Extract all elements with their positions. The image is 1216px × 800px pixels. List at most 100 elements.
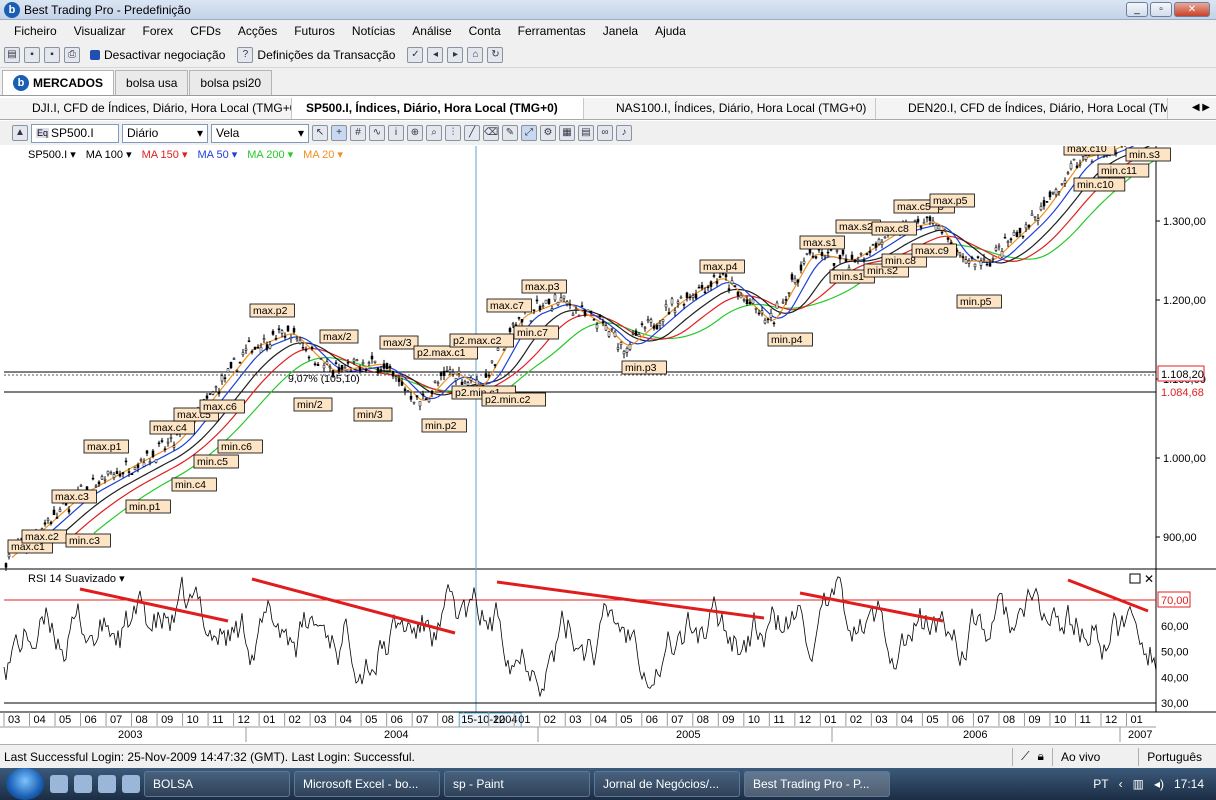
chart-canvas[interactable]: max.c1max.c2max.c3min.c3max.p1min.p1max.…: [0, 120, 1216, 744]
print-icon[interactable]: ⎙: [64, 46, 80, 63]
chart-tab-dji[interactable]: DJI.I, CFD de Índices, Diário, Hora Loca…: [0, 98, 292, 119]
pattern-label: min/2: [297, 399, 323, 411]
candle-body: [244, 348, 248, 351]
network-icon[interactable]: ▥: [1133, 777, 1144, 791]
tab-scroll-arrows[interactable]: ◀ ▶: [1168, 98, 1216, 119]
tab-mercados[interactable]: b MERCADOS: [2, 70, 115, 95]
show-desktop-icon[interactable]: [50, 775, 68, 793]
menu-analise[interactable]: Análise: [406, 24, 462, 38]
refresh-icon[interactable]: ↻: [487, 46, 504, 63]
start-button[interactable]: [6, 768, 44, 800]
menu-ficheiro[interactable]: Ficheiro: [8, 24, 68, 38]
template-icon[interactable]: ▤: [578, 125, 594, 141]
study-ma20[interactable]: MA 20 ▾: [303, 148, 343, 161]
menu-futuros[interactable]: Futuros: [288, 24, 346, 38]
volume-icon[interactable]: ◂): [1154, 777, 1164, 791]
grid-icon[interactable]: #: [350, 125, 366, 141]
study-ma150[interactable]: MA 150 ▾: [142, 148, 188, 161]
main-toolbar: ▤ ▪ ▪ ⎙ Desactivar negociação ? Definiçõ…: [0, 42, 1216, 68]
media-player-icon[interactable]: [74, 775, 92, 793]
chart-tab-nas100[interactable]: NAS100.I, Índices, Diário, Hora Local (T…: [584, 98, 876, 119]
month-label: 04: [901, 714, 913, 726]
back-icon[interactable]: ◂: [427, 46, 444, 63]
open-folder-icon[interactable]: ▤: [4, 46, 20, 63]
save-icon[interactable]: ▪: [24, 46, 40, 63]
settings-icon[interactable]: ⚙: [540, 125, 556, 141]
study-sp500[interactable]: SP500.I ▾: [28, 148, 76, 161]
chart-tab-den20[interactable]: DEN20.I, CFD de Índices, Diário, Hora Lo…: [876, 98, 1168, 119]
study-ma100[interactable]: MA 100 ▾: [86, 148, 132, 161]
menu-ajuda[interactable]: Ajuda: [649, 24, 697, 38]
check-icon[interactable]: ✓: [407, 46, 424, 63]
save-all-icon[interactable]: ▪: [44, 46, 60, 63]
candle-body: [493, 364, 497, 366]
candle-body: [163, 448, 167, 451]
menu-conta[interactable]: Conta: [463, 24, 512, 38]
zoom-icon[interactable]: ⌕: [426, 125, 442, 141]
month-label: 05: [926, 714, 938, 726]
task-bolsa[interactable]: BOLSA: [144, 771, 290, 797]
transaction-settings-icon[interactable]: ?: [237, 46, 254, 63]
price-chart[interactable]: max.c1 max.c2 max.c3 min.c3 max.p1 min.p1 max.…: [0, 120, 1216, 744]
menu-accoes[interactable]: Acções: [232, 24, 288, 38]
eraser-icon[interactable]: ⌫: [483, 125, 499, 141]
indicators-icon[interactable]: ∿: [369, 125, 385, 141]
menu-ferramentas[interactable]: Ferramentas: [512, 24, 597, 38]
maximize-button[interactable]: ▫: [1150, 2, 1172, 17]
link-icon[interactable]: ∞: [597, 125, 613, 141]
home-icon[interactable]: ⌂: [467, 46, 484, 63]
task-jornal[interactable]: Jornal de Negócios/...: [594, 771, 740, 797]
month-label: 07: [977, 714, 989, 726]
candle-body: [988, 263, 992, 267]
chart-tab-sp500[interactable]: SP500.I, Índices, Diário, Hora Local (TM…: [292, 98, 584, 119]
candle-body: [769, 313, 773, 318]
alert-bell-icon[interactable]: ♪: [616, 125, 632, 141]
candle-body: [298, 339, 302, 344]
close-button[interactable]: ✕: [1174, 2, 1210, 17]
info-icon[interactable]: i: [388, 125, 404, 141]
clock[interactable]: 17:14: [1174, 777, 1204, 791]
menu-noticias[interactable]: Notícias: [346, 24, 406, 38]
candle-body: [691, 295, 695, 298]
collapse-icon[interactable]: ▲: [12, 125, 28, 141]
study-ma200[interactable]: MA 200 ▾: [247, 148, 293, 161]
crosshair-icon[interactable]: +: [331, 125, 347, 141]
candle-body: [130, 473, 134, 475]
task-best-trading[interactable]: Best Trading Pro - P...: [744, 771, 890, 797]
deactivate-trading-button[interactable]: Desactivar negociação: [104, 48, 225, 62]
deactivate-trading-icon[interactable]: [90, 49, 100, 60]
input-language[interactable]: PT: [1093, 777, 1108, 791]
tray-arrow-icon[interactable]: ‹: [1119, 777, 1123, 791]
candle-body: [763, 319, 767, 324]
candle-body: [325, 361, 329, 365]
candle-body: [529, 320, 533, 322]
bars-icon[interactable]: ⫶: [445, 125, 461, 141]
study-ma50[interactable]: MA 50 ▾: [198, 148, 238, 161]
candle-body: [91, 477, 95, 480]
zoom-area-icon[interactable]: ⊕: [407, 125, 423, 141]
symbol-field[interactable]: Eq SP500.I: [31, 123, 119, 143]
menu-forex[interactable]: Forex: [137, 24, 185, 38]
menu-cfds[interactable]: CFDs: [184, 24, 232, 38]
chart-style-select[interactable]: Vela ▾: [211, 123, 309, 143]
tab-bolsa-psi20[interactable]: bolsa psi20: [189, 70, 273, 95]
period-select[interactable]: Diário ▾: [122, 123, 208, 143]
transaction-settings-button[interactable]: Definições da Transacção: [257, 48, 395, 62]
menu-janela[interactable]: Janela: [597, 24, 649, 38]
tab-bolsa-usa[interactable]: bolsa usa: [115, 70, 189, 95]
layers-icon[interactable]: ▦: [559, 125, 575, 141]
browser-icon[interactable]: [98, 775, 116, 793]
task-paint[interactable]: sp - Paint: [444, 771, 590, 797]
candle-body: [124, 460, 128, 463]
task-excel[interactable]: Microsoft Excel - bo...: [294, 771, 440, 797]
email-icon[interactable]: [122, 775, 140, 793]
draw-icon[interactable]: ✎: [502, 125, 518, 141]
minimize-button[interactable]: _: [1126, 2, 1148, 17]
pointer-icon[interactable]: ↖: [312, 125, 328, 141]
candle-body: [487, 374, 491, 377]
forward-icon[interactable]: ▸: [447, 46, 464, 63]
menu-visualizar[interactable]: Visualizar: [68, 24, 137, 38]
fit-icon[interactable]: ⤢: [521, 125, 537, 141]
trendline-icon[interactable]: ╱: [464, 125, 480, 141]
rsi-tick-label: 40,00: [1161, 672, 1189, 684]
